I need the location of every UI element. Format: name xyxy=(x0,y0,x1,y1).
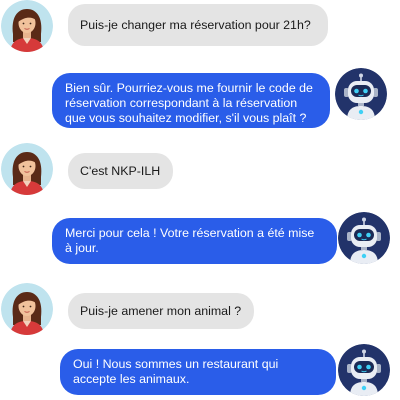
message-text: Puis-je changer ma réservation pour 21h? xyxy=(80,17,311,32)
message-text: C'est NKP-ILH xyxy=(80,163,161,178)
robot-avatar-icon xyxy=(338,212,390,264)
woman-avatar-icon xyxy=(1,283,53,335)
bot-message-bubble: Merci pour cela ! Votre réservation a ét… xyxy=(52,218,337,264)
robot-avatar-icon xyxy=(338,344,390,396)
woman-avatar-icon xyxy=(1,0,53,52)
bot-message-bubble: Oui ! Nous sommes un restaurant qui acce… xyxy=(60,349,336,395)
bot-message-bubble: Bien sûr. Pourriez-vous me fournir le co… xyxy=(52,73,330,128)
robot-avatar-icon xyxy=(335,68,387,120)
user-message-bubble: Puis-je amener mon animal ? xyxy=(68,293,254,329)
woman-avatar-icon xyxy=(1,143,53,195)
message-text: Bien sûr. Pourriez-vous me fournir le co… xyxy=(65,81,313,125)
chat-conversation: Puis-je changer ma réservation pour 21h?… xyxy=(0,0,400,400)
message-text: Merci pour cela ! Votre réservation a ét… xyxy=(65,226,315,255)
message-text: Puis-je amener mon animal ? xyxy=(80,303,242,318)
message-text: Oui ! Nous sommes un restaurant qui acce… xyxy=(73,357,279,386)
user-message-bubble: Puis-je changer ma réservation pour 21h? xyxy=(68,4,328,46)
user-message-bubble: C'est NKP-ILH xyxy=(68,153,173,189)
